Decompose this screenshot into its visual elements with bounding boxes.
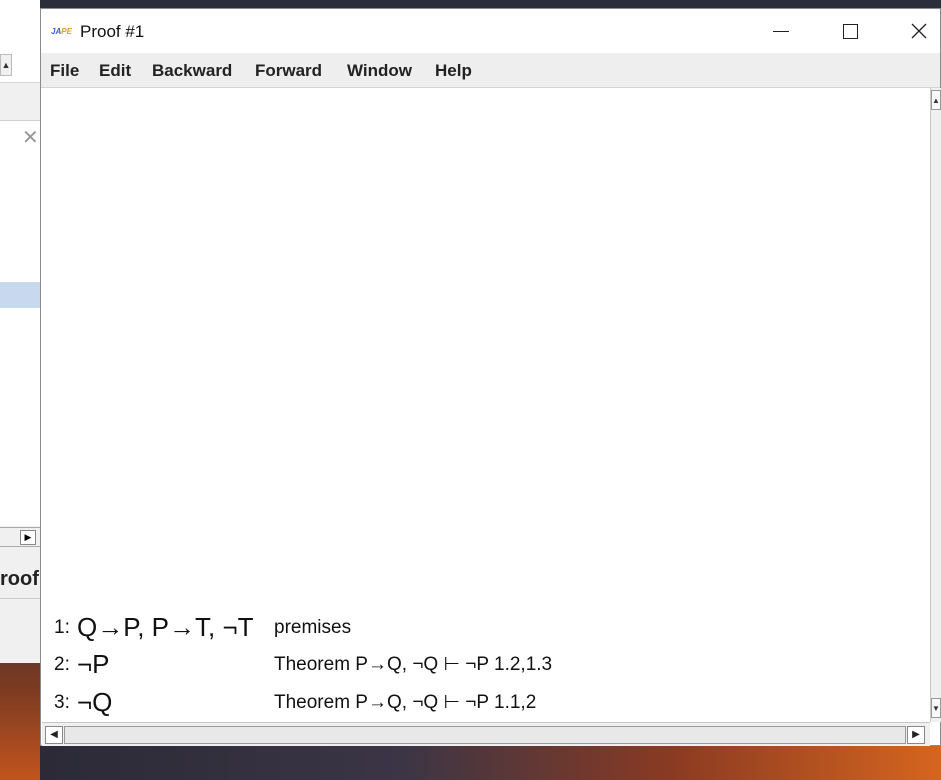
menu-forward[interactable]: Forward xyxy=(255,61,322,81)
window-title: Proof #1 xyxy=(80,22,145,41)
proof-canvas[interactable]: 1: Q→P, P→T, ¬T premises 2: ¬P Theorem P… xyxy=(42,88,930,722)
menu-backward[interactable]: Backward xyxy=(152,61,232,81)
minimize-icon xyxy=(773,31,789,32)
line-formula[interactable]: ¬P xyxy=(77,649,110,680)
close-button[interactable] xyxy=(895,13,941,49)
maximize-icon xyxy=(843,24,858,39)
desktop-wallpaper xyxy=(40,746,941,780)
line-number: 3: xyxy=(54,692,70,713)
vertical-scrollbar[interactable]: ▲ ▼ xyxy=(930,88,941,722)
background-scroll-up-arrow[interactable]: ▲ xyxy=(0,54,12,76)
line-justification: Theorem P→Q, ¬Q ⊢ ¬P 1.2,1.3 xyxy=(274,654,553,675)
background-close-icon[interactable]: ✕ xyxy=(22,128,39,148)
background-scroll-right-arrow[interactable]: ▶ xyxy=(20,530,36,545)
line-justification: premises xyxy=(274,617,352,638)
title-bar[interactable]: JAPE Proof #1 xyxy=(41,9,940,53)
horizontal-scrollbar[interactable]: ◀ ▶ xyxy=(42,722,930,746)
scroll-down-arrow[interactable]: ▼ xyxy=(931,698,941,718)
line-justification: Theorem P→Q, ¬Q ⊢ ¬P 1.1,2 xyxy=(274,692,537,713)
minimize-button[interactable] xyxy=(755,13,801,49)
menu-bar: File Edit Backward Forward Window Help xyxy=(41,53,940,88)
scroll-up-arrow[interactable]: ▲ xyxy=(931,90,941,110)
background-selected-row[interactable] xyxy=(0,282,40,308)
scroll-left-arrow[interactable]: ◀ xyxy=(45,726,63,744)
line-number: 1: xyxy=(54,617,70,638)
background-label: roof xyxy=(0,568,39,590)
scroll-right-arrow[interactable]: ▶ xyxy=(907,726,925,744)
background-bottom-panel xyxy=(0,598,40,663)
menu-help[interactable]: Help xyxy=(435,61,472,81)
background-horizontal-scrollbar[interactable]: ▶ xyxy=(0,527,40,547)
maximize-button[interactable] xyxy=(825,13,871,49)
background-panel xyxy=(0,120,40,526)
line-formula[interactable]: ¬Q xyxy=(77,687,112,718)
close-icon xyxy=(911,23,927,39)
line-formula[interactable]: Q→P, P→T, ¬T xyxy=(77,612,254,643)
jape-app-icon: JAPE xyxy=(51,27,72,36)
proof-window: JAPE Proof #1 File Edit Backward Forward… xyxy=(40,8,941,746)
horizontal-scroll-thumb[interactable] xyxy=(64,726,906,744)
background-window: ▲ ✕ ▶ roof xyxy=(0,0,40,663)
menu-file[interactable]: File xyxy=(50,61,79,81)
menu-edit[interactable]: Edit xyxy=(99,61,131,81)
menu-window[interactable]: Window xyxy=(347,61,412,81)
line-number: 2: xyxy=(54,654,70,675)
